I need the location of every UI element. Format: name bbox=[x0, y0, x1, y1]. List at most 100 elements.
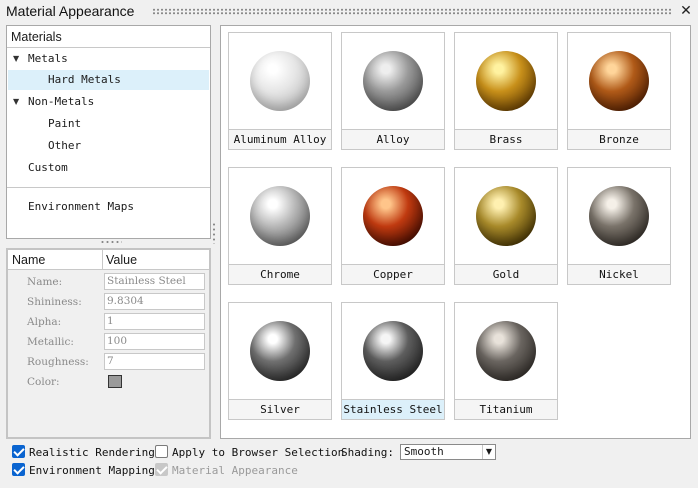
material-name: Gold bbox=[455, 264, 557, 284]
tree-item-paint[interactable]: Paint bbox=[8, 114, 209, 134]
properties-panel: Name Value Name: Stainless Steel Shinine… bbox=[6, 248, 211, 439]
material-appearance-checkbox bbox=[155, 463, 168, 476]
material-tile-copper[interactable]: Copper bbox=[341, 167, 445, 285]
material-tile-nickel[interactable]: Nickel bbox=[567, 167, 671, 285]
material-preview bbox=[342, 33, 444, 129]
tree-divider bbox=[7, 187, 210, 188]
material-sphere bbox=[363, 321, 423, 381]
material-sphere bbox=[250, 321, 310, 381]
drag-grip[interactable] bbox=[152, 8, 672, 15]
material-tile-stainless-steel[interactable]: Stainless Steel bbox=[341, 302, 445, 420]
color-swatch[interactable] bbox=[108, 375, 122, 388]
material-name: Bronze bbox=[568, 129, 670, 149]
column-header-value: Value bbox=[106, 253, 138, 267]
environment-mapping-label: Environment Mapping bbox=[29, 464, 155, 477]
chevron-down-icon[interactable]: ▼ bbox=[482, 445, 495, 459]
material-sphere bbox=[363, 186, 423, 246]
title-bar: Material Appearance ✕ bbox=[0, 0, 698, 24]
shading-value: Smooth bbox=[404, 445, 444, 458]
material-preview bbox=[342, 168, 444, 264]
material-sphere bbox=[476, 186, 536, 246]
tree-item-label: Metals bbox=[28, 52, 68, 65]
material-name: Stainless Steel bbox=[342, 399, 444, 419]
property-label: Name: bbox=[27, 276, 63, 288]
material-sphere bbox=[250, 51, 310, 111]
alpha-field[interactable]: 1 bbox=[104, 313, 205, 330]
material-sphere bbox=[476, 321, 536, 381]
property-label: Metallic: bbox=[27, 336, 74, 348]
tree-item-label: Other bbox=[48, 139, 82, 152]
material-preview bbox=[342, 303, 444, 399]
property-row-name: Name: Stainless Steel bbox=[8, 272, 209, 292]
apply-browser-selection-checkbox[interactable] bbox=[155, 445, 168, 458]
tree-header: Materials bbox=[7, 26, 210, 48]
horizontal-splitter[interactable] bbox=[100, 240, 122, 244]
material-tile-alloy[interactable]: Alloy bbox=[341, 32, 445, 150]
material-sphere bbox=[589, 51, 649, 111]
material-sphere bbox=[589, 186, 649, 246]
property-row-roughness: Roughness: 7 bbox=[8, 352, 209, 372]
tree-item-label: Custom bbox=[28, 161, 68, 174]
vertical-splitter[interactable] bbox=[212, 222, 216, 244]
column-divider[interactable] bbox=[102, 250, 103, 269]
material-name: Chrome bbox=[229, 264, 331, 284]
material-appearance-label: Material Appearance bbox=[172, 464, 298, 477]
materials-tree: Materials ▼ Metals Hard Metals ▼ Non-Met… bbox=[6, 25, 211, 239]
material-sphere bbox=[363, 51, 423, 111]
close-icon[interactable]: ✕ bbox=[677, 2, 695, 20]
shininess-field[interactable]: 9.8304 bbox=[104, 293, 205, 310]
tree-item-label: Paint bbox=[48, 117, 82, 130]
material-sphere bbox=[476, 51, 536, 111]
material-tile-chrome[interactable]: Chrome bbox=[228, 167, 332, 285]
material-gallery: Aluminum Alloy Alloy Brass Bronze Chrome Copp… bbox=[220, 25, 691, 439]
material-preview bbox=[455, 168, 557, 264]
material-name: Copper bbox=[342, 264, 444, 284]
shading-label: Shading: bbox=[341, 446, 394, 459]
material-name: Nickel bbox=[568, 264, 670, 284]
properties-header: Name Value bbox=[8, 250, 209, 270]
tree-item-custom[interactable]: Custom bbox=[8, 158, 209, 178]
realistic-rendering-checkbox[interactable] bbox=[12, 445, 25, 458]
name-field[interactable]: Stainless Steel bbox=[104, 273, 205, 290]
material-preview bbox=[455, 33, 557, 129]
material-tile-silver[interactable]: Silver bbox=[228, 302, 332, 420]
property-label: Alpha: bbox=[27, 316, 62, 328]
metallic-field[interactable]: 100 bbox=[104, 333, 205, 350]
material-tile-aluminum-alloy[interactable]: Aluminum Alloy bbox=[228, 32, 332, 150]
tree-item-hard-metals[interactable]: Hard Metals bbox=[8, 70, 209, 90]
material-preview bbox=[455, 303, 557, 399]
tree-item-environment-maps[interactable]: Environment Maps bbox=[8, 197, 209, 217]
triangle-down-icon[interactable]: ▼ bbox=[13, 49, 19, 69]
material-name: Aluminum Alloy bbox=[229, 129, 331, 149]
property-label: Roughness: bbox=[27, 356, 89, 368]
material-tile-titanium[interactable]: Titanium bbox=[454, 302, 558, 420]
material-sphere bbox=[250, 186, 310, 246]
material-name: Alloy bbox=[342, 129, 444, 149]
tree-item-non-metals[interactable]: ▼ Non-Metals bbox=[8, 92, 209, 112]
roughness-field[interactable]: 7 bbox=[104, 353, 205, 370]
column-header-name: Name bbox=[12, 253, 46, 267]
material-preview bbox=[229, 168, 331, 264]
realistic-rendering-label: Realistic Rendering bbox=[29, 446, 155, 459]
property-row-alpha: Alpha: 1 bbox=[8, 312, 209, 332]
property-label: Color: bbox=[27, 376, 60, 388]
material-tile-brass[interactable]: Brass bbox=[454, 32, 558, 150]
material-tile-bronze[interactable]: Bronze bbox=[567, 32, 671, 150]
apply-browser-selection-label: Apply to Browser Selection bbox=[172, 446, 345, 459]
tree-item-label: Environment Maps bbox=[28, 200, 134, 213]
tree-item-label: Hard Metals bbox=[48, 73, 121, 86]
material-preview bbox=[568, 33, 670, 129]
material-name: Silver bbox=[229, 399, 331, 419]
tree-item-metals[interactable]: ▼ Metals bbox=[8, 49, 209, 69]
shading-select[interactable]: Smooth ▼ bbox=[400, 444, 496, 460]
property-row-color: Color: bbox=[8, 372, 209, 392]
tree-item-other[interactable]: Other bbox=[8, 136, 209, 156]
window-title: Material Appearance bbox=[6, 3, 135, 19]
triangle-down-icon[interactable]: ▼ bbox=[13, 92, 19, 112]
material-preview bbox=[229, 303, 331, 399]
material-preview bbox=[568, 168, 670, 264]
environment-mapping-checkbox[interactable] bbox=[12, 463, 25, 476]
tree-item-label: Non-Metals bbox=[28, 95, 95, 108]
material-name: Brass bbox=[455, 129, 557, 149]
material-tile-gold[interactable]: Gold bbox=[454, 167, 558, 285]
